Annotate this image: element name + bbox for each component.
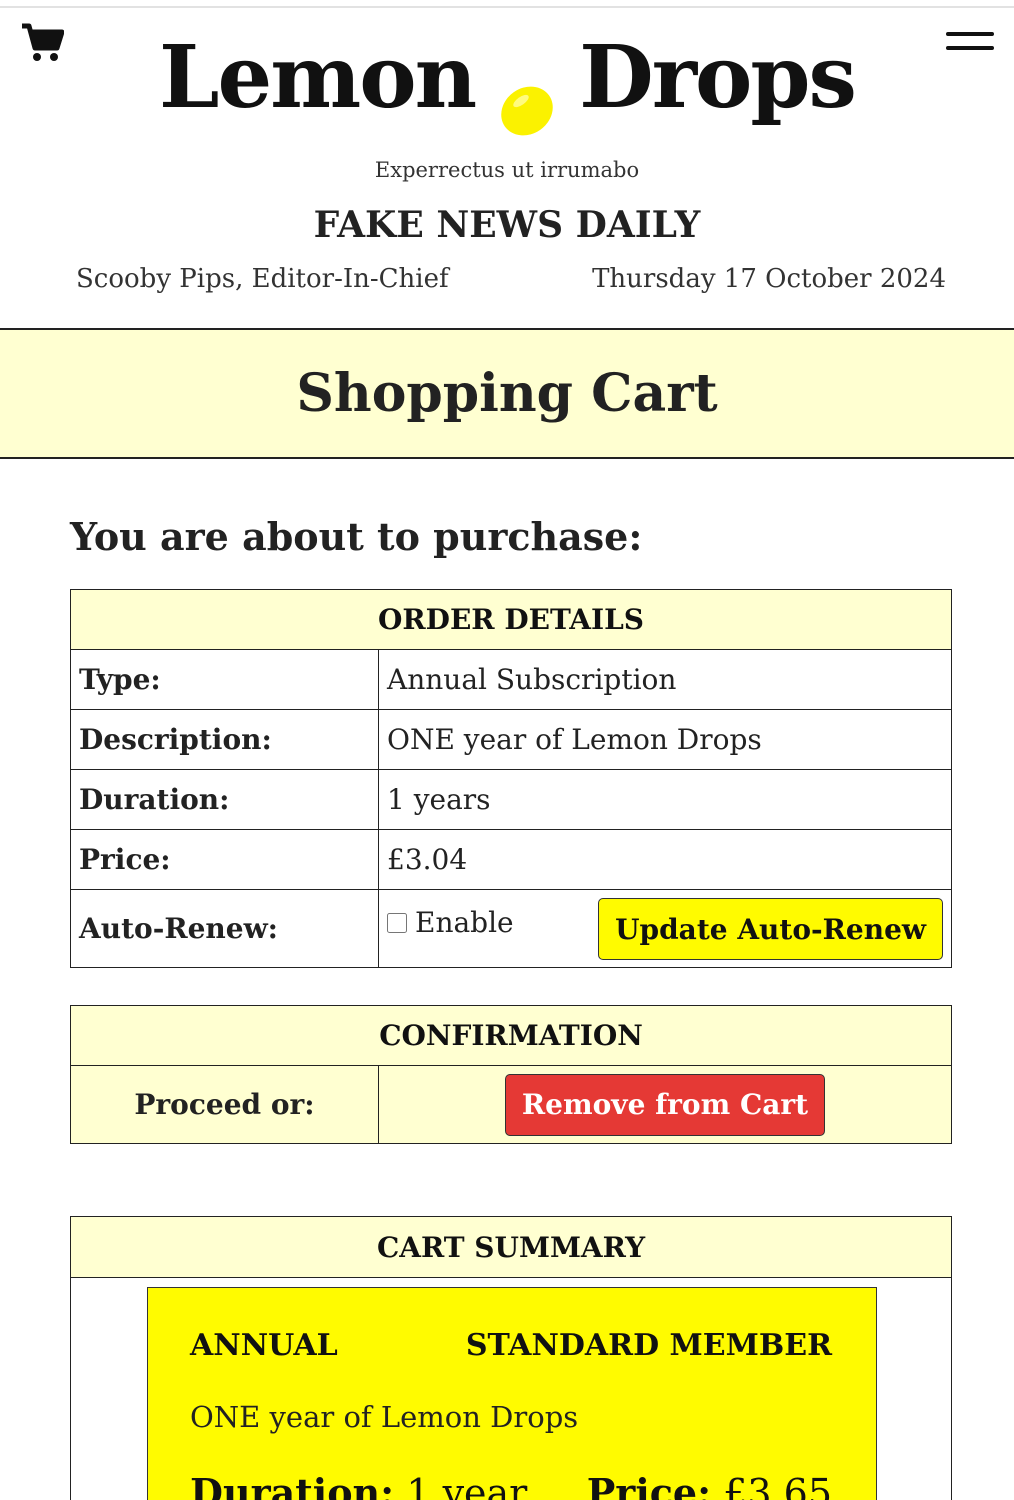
dateline: Thursday 17 October 2024: [592, 264, 946, 294]
summary-duration-label: Duration:: [190, 1470, 395, 1500]
table-row: Auto-Renew: Enable Update Auto-Renew: [70, 889, 952, 968]
site-logo[interactable]: Lemon Drops: [159, 22, 857, 136]
description-value: ONE year of Lemon Drops: [378, 709, 952, 770]
table-row: Duration: 1 years: [70, 769, 952, 830]
editor-credit: Scooby Pips, Editor-In-Chief: [76, 264, 449, 294]
update-auto-renew-button[interactable]: Update Auto-Renew: [598, 898, 943, 960]
summary-price-label: Price:: [586, 1470, 712, 1500]
subscription-card: ANNUAL STANDARD MEMBER ONE year of Lemon…: [147, 1287, 877, 1500]
masthead: Lemon Drops: [0, 22, 1014, 136]
order-details-header: ORDER DETAILS: [70, 589, 952, 650]
confirmation-actions: Remove from Cart: [378, 1065, 952, 1144]
table-row: Proceed or: Remove from Cart: [70, 1065, 952, 1144]
cart-summary-header: CART SUMMARY: [70, 1216, 952, 1278]
auto-renew-cell: Enable Update Auto-Renew: [378, 889, 952, 968]
membership-level: STANDARD MEMBER: [465, 1328, 832, 1363]
auto-renew-checkbox[interactable]: [387, 912, 407, 933]
lemon-icon: [497, 54, 557, 136]
description-label: Description:: [70, 709, 379, 770]
duration-label: Duration:: [70, 769, 379, 830]
price-label: Price:: [70, 829, 379, 890]
summary-duration-value: 1 year: [406, 1471, 528, 1500]
order-details-table: ORDER DETAILS Type: Annual Subscription …: [70, 589, 952, 968]
cart-summary-body: ANNUAL STANDARD MEMBER ONE year of Lemon…: [70, 1277, 952, 1500]
subscription-type: ANNUAL: [190, 1328, 338, 1363]
summary-price-value: £3.65: [723, 1471, 832, 1500]
purchase-intro: You are about to purchase:: [70, 514, 643, 559]
proceed-label: Proceed or:: [70, 1065, 379, 1144]
summary-duration: Duration: 1 year: [190, 1470, 527, 1500]
top-rule: [0, 6, 1014, 8]
auto-renew-checkbox-label: Enable: [415, 906, 514, 939]
logo-text-left: Lemon: [159, 27, 477, 128]
paper-name: FAKE NEWS DAILY: [313, 204, 701, 246]
subscription-description: ONE year of Lemon Drops: [190, 1400, 579, 1434]
duration-value: 1 years: [378, 769, 952, 830]
page-banner: Shopping Cart: [0, 328, 1014, 459]
table-row: Description: ONE year of Lemon Drops: [70, 709, 952, 770]
summary-price: Price: £3.65: [587, 1470, 832, 1500]
type-label: Type:: [70, 649, 379, 710]
confirmation-table: CONFIRMATION Proceed or: Remove from Car…: [70, 1005, 952, 1144]
price-value: £3.04: [378, 829, 952, 890]
confirmation-header: CONFIRMATION: [70, 1005, 952, 1066]
type-value: Annual Subscription: [378, 649, 952, 710]
table-row: Price: £3.04: [70, 829, 952, 890]
logo-text-right: Drops: [579, 27, 857, 128]
tagline: Experrectus ut irrumabo: [374, 158, 640, 182]
table-row: Type: Annual Subscription: [70, 649, 952, 710]
page-title: Shopping Cart: [296, 363, 718, 424]
auto-renew-toggle[interactable]: Enable: [387, 906, 514, 939]
auto-renew-label: Auto-Renew:: [70, 889, 379, 968]
remove-from-cart-button[interactable]: Remove from Cart: [504, 1073, 826, 1136]
